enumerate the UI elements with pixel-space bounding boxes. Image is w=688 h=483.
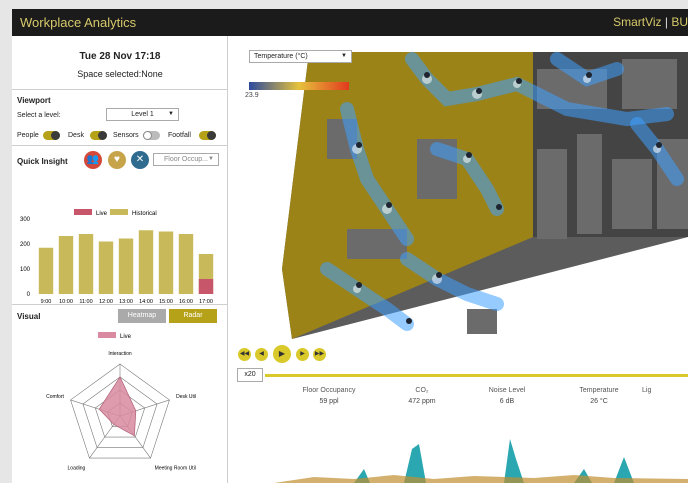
timeline-slider[interactable]	[265, 374, 688, 377]
metric-select[interactable]: Temperature (°C) ▼	[249, 50, 352, 63]
title-bar: Workplace Analytics SmartViz | BU	[12, 9, 688, 36]
divider	[12, 145, 228, 146]
insight-select-value: Floor Occup...	[164, 156, 208, 163]
divider	[12, 304, 228, 305]
divider	[12, 89, 228, 90]
radar-chart: Live Interaction Desk Util Meeting Room Uti…	[46, 332, 196, 472]
app-window: Workplace Analytics SmartViz | BU Tue 28…	[12, 9, 688, 483]
legend-label-live: Live	[96, 211, 108, 217]
datetime: Tue 28 Nov 17:18	[79, 51, 161, 62]
desk-toggle[interactable]	[90, 131, 107, 140]
bar-live	[198, 279, 214, 294]
scale-min-label: 23.9	[245, 92, 259, 99]
stat-label: Floor Occupancy	[302, 387, 356, 394]
bar-historical	[58, 236, 74, 294]
step-forward-icon[interactable]: ▶	[296, 348, 309, 361]
radar-axis-label: Meeting Room Util	[155, 466, 196, 472]
stat-label: Noise Level	[488, 387, 526, 394]
quick-insight-heading: Quick Insight	[17, 157, 68, 166]
bar-historical	[98, 241, 114, 294]
heart-icon[interactable]: ♥	[108, 151, 126, 169]
toggle-label-footfall: Footfall	[168, 132, 191, 139]
bar-historical	[178, 234, 194, 294]
people-toggle[interactable]	[43, 131, 60, 140]
toggle-label-sensors: Sensors	[113, 132, 139, 139]
left-panel: Tue 28 Nov 17:18 Space selected:None Vie…	[12, 36, 228, 483]
floor-plan-heatmap[interactable]: Temperature (°C) ▼ 23.9	[237, 39, 688, 339]
people-icon[interactable]: 👥	[84, 151, 102, 169]
toggle-label-desk: Desk	[68, 132, 84, 139]
skip-forward-icon[interactable]: ▶▶	[313, 348, 326, 361]
app-title: Workplace Analytics	[20, 15, 137, 30]
level-label: Select a level:	[17, 112, 61, 119]
legend-swatch-live	[98, 332, 116, 338]
brand-cut: BU	[671, 15, 688, 29]
stat-temperature: Temperature 26 °C	[544, 387, 654, 405]
y-tick-label: 200	[20, 242, 31, 248]
speed-value: x20	[244, 371, 256, 378]
legend-swatch-historical	[110, 209, 128, 215]
visual-heading: Visual	[17, 312, 41, 321]
occupancy-bar-chart: Live Historical01002003009:00 10:00 11:00 12…	[20, 209, 214, 305]
radar-axis-label: Comfort	[46, 394, 64, 400]
speed-select[interactable]: x20	[237, 368, 263, 382]
stat-value: 26 °C	[590, 398, 608, 405]
bar-historical	[78, 234, 94, 294]
space-selected: Space selected:None	[77, 69, 163, 79]
stat-label: Lig	[642, 387, 652, 394]
stat-label: Temperature	[579, 387, 619, 394]
legend-swatch-live	[74, 209, 92, 215]
floor-plan-view[interactable]	[237, 39, 688, 339]
step-back-icon[interactable]: ◀	[255, 348, 268, 361]
radar-button[interactable]: Radar	[169, 309, 217, 323]
y-tick-label: 300	[20, 217, 31, 223]
radar-axis-label: Interaction	[108, 351, 132, 357]
brand: SmartViz | BU	[613, 15, 688, 29]
stat-label: CO₂	[415, 387, 429, 394]
play-icon[interactable]: ▶	[273, 345, 291, 363]
chevron-down-icon: ▼	[168, 111, 174, 117]
skip-back-icon[interactable]: ◀◀	[238, 348, 251, 361]
toggle-label-people: People	[17, 132, 39, 139]
viewport-heading: Viewport	[17, 96, 51, 105]
sensors-toggle[interactable]	[143, 131, 160, 140]
radar-axis-label: Loading	[68, 466, 86, 472]
radar-axis-label: Desk Util	[176, 394, 196, 400]
y-tick-label: 0	[27, 292, 31, 298]
stat-light: Lig	[642, 387, 682, 394]
level-select[interactable]: Level 1 ▼	[106, 108, 179, 121]
floor-occupancy-select[interactable]: Floor Occup... ▼	[153, 153, 219, 166]
legend-label-live: Live	[120, 334, 132, 340]
footfall-toggle[interactable]	[199, 131, 216, 140]
level-select-value: Level 1	[131, 111, 154, 118]
chevron-down-icon: ▼	[341, 53, 347, 59]
metric-select-value: Temperature (°C)	[254, 53, 308, 60]
bar-historical	[118, 238, 134, 294]
y-tick-label: 100	[20, 267, 31, 273]
timeline-sparkline	[274, 439, 688, 483]
chevron-down-icon: ▼	[208, 156, 214, 162]
tools-icon[interactable]: ✕	[131, 151, 149, 169]
bar-historical	[138, 230, 154, 294]
bar-historical	[158, 231, 174, 294]
radar-area-live	[98, 376, 137, 437]
brand-name: SmartViz	[613, 15, 662, 29]
bar-historical	[38, 247, 54, 294]
legend-label-historical: Historical	[132, 211, 157, 217]
heatmap-button[interactable]: Heatmap	[118, 309, 166, 323]
